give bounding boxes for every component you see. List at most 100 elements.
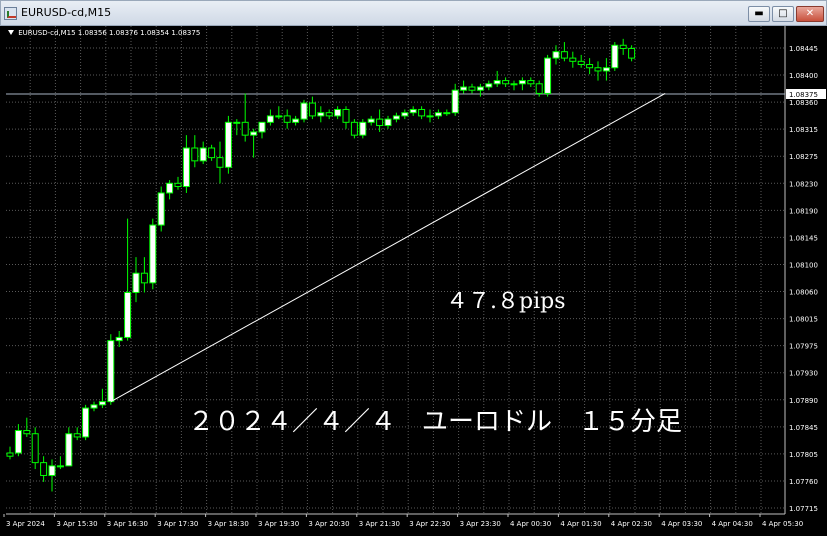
y-tick-label: 1.08360: [789, 99, 818, 107]
candle-body: [611, 44, 619, 69]
candle-body: [182, 147, 190, 188]
candle-body: [31, 433, 39, 464]
candle-body: [367, 118, 375, 123]
candle-body: [376, 118, 384, 127]
candle-body: [14, 430, 22, 454]
candle-body: [342, 108, 350, 123]
y-tick-label: 1.08145: [789, 234, 818, 242]
y-tick-label: 1.07760: [789, 478, 818, 486]
candle-body: [275, 115, 283, 118]
y-tick-label: 1.08230: [789, 180, 818, 188]
candle-body: [6, 452, 14, 457]
candle-body: [283, 115, 291, 123]
window-title: EURUSD-cd,M15: [21, 6, 112, 19]
chart-header: EURUSD-cd,M15 1.08356 1.08376 1.08354 1.…: [8, 29, 200, 37]
y-tick-label: 1.07845: [789, 424, 818, 432]
minimize-button[interactable]: ▬: [748, 6, 770, 22]
candle-body: [359, 121, 367, 136]
candle-body: [40, 462, 48, 476]
x-tick-label: 3 Apr 23:30: [460, 520, 501, 528]
x-tick-label: 4 Apr 03:30: [661, 520, 702, 528]
x-tick-label: 4 Apr 04:30: [712, 520, 753, 528]
candle-body: [443, 112, 451, 115]
y-tick-label: 1.08100: [789, 261, 818, 269]
candle-body: [401, 112, 409, 117]
chart-area[interactable]: EURUSD-cd,M15 1.08356 1.08376 1.08354 1.…: [0, 26, 827, 536]
candle-body: [250, 131, 258, 136]
candle-body: [518, 80, 526, 85]
candle-body: [544, 57, 552, 94]
candle-body: [149, 224, 157, 284]
candle-body: [56, 465, 64, 468]
candle-body: [258, 121, 266, 133]
candle-body: [485, 83, 493, 88]
x-tick-label: 4 Apr 00:30: [510, 520, 551, 528]
dropdown-triangle-icon[interactable]: [8, 30, 14, 35]
candle-body: [468, 86, 476, 91]
candle-body: [552, 51, 560, 59]
candle-body: [418, 108, 426, 117]
x-tick-label: 4 Apr 02:30: [611, 520, 652, 528]
current-price-label: 1.08375: [789, 91, 818, 99]
maximize-button[interactable]: □: [772, 6, 794, 22]
candle-body: [208, 147, 216, 159]
candle-body: [233, 121, 241, 124]
candle-body: [308, 102, 316, 117]
candle-body: [65, 433, 73, 467]
candle-body: [384, 118, 392, 127]
candle-body: [392, 115, 400, 120]
y-tick-label: 1.08400: [789, 72, 818, 80]
candle-body: [73, 433, 81, 438]
candle-body: [451, 89, 459, 114]
x-tick-label: 3 Apr 18:30: [208, 520, 249, 528]
candle-body: [82, 407, 90, 438]
candle-body: [157, 192, 165, 226]
candle-body: [166, 182, 174, 194]
candle-body: [350, 121, 358, 136]
candle-body: [191, 147, 199, 162]
y-tick-label: 1.08015: [789, 316, 818, 324]
caption-annotation: ２０２４／４／４ ユーロドル １５分足: [188, 407, 682, 437]
candle-body: [124, 291, 132, 338]
y-tick-label: 1.07805: [789, 451, 818, 459]
candle-body: [594, 67, 602, 72]
candle-body: [48, 465, 56, 476]
close-icon: ✕: [805, 8, 815, 19]
candle-body: [241, 121, 249, 136]
candle-body: [325, 112, 333, 117]
candle-body: [174, 182, 182, 188]
candle-body: [98, 401, 106, 406]
chart-symbol: EURUSD-cd,M15: [18, 29, 76, 37]
x-tick-label: 3 Apr 15:30: [56, 520, 97, 528]
candle-body: [602, 67, 610, 72]
y-tick-label: 1.08315: [789, 126, 818, 134]
y-tick-label: 1.08190: [789, 207, 818, 215]
candle-body: [107, 340, 115, 403]
y-tick-label: 1.08445: [789, 45, 818, 53]
candle-body: [300, 102, 308, 120]
minimize-icon: ▬: [754, 8, 764, 19]
x-tick-label: 3 Apr 20:30: [308, 520, 349, 528]
candle-body: [409, 108, 417, 114]
y-tick-label: 1.07715: [789, 505, 818, 513]
candle-body: [216, 157, 224, 168]
maximize-icon: □: [778, 8, 788, 19]
window-titlebar[interactable]: EURUSD-cd,M15 ▬ □ ✕: [0, 0, 827, 26]
candle-body: [317, 112, 325, 117]
candle-body: [23, 430, 31, 435]
x-tick-label: 3 Apr 2024: [6, 520, 45, 528]
x-tick-label: 3 Apr 21:30: [359, 520, 400, 528]
candle-body: [493, 80, 501, 85]
candle-body: [569, 57, 577, 62]
candle-body: [510, 83, 518, 86]
x-tick-label: 3 Apr 22:30: [409, 520, 450, 528]
x-tick-label: 4 Apr 05:30: [762, 520, 803, 528]
y-tick-label: 1.07890: [789, 397, 818, 405]
trendline[interactable]: [110, 92, 666, 403]
candle-body: [460, 86, 468, 91]
y-tick-label: 1.08060: [789, 289, 818, 297]
candlestick-chart[interactable]: 1.08445 1.08400 1.08360 1.08315 1.08275 1.082…: [0, 26, 827, 536]
close-button[interactable]: ✕: [796, 6, 824, 22]
candle-body: [115, 336, 123, 342]
chart-app-icon: [4, 7, 17, 20]
